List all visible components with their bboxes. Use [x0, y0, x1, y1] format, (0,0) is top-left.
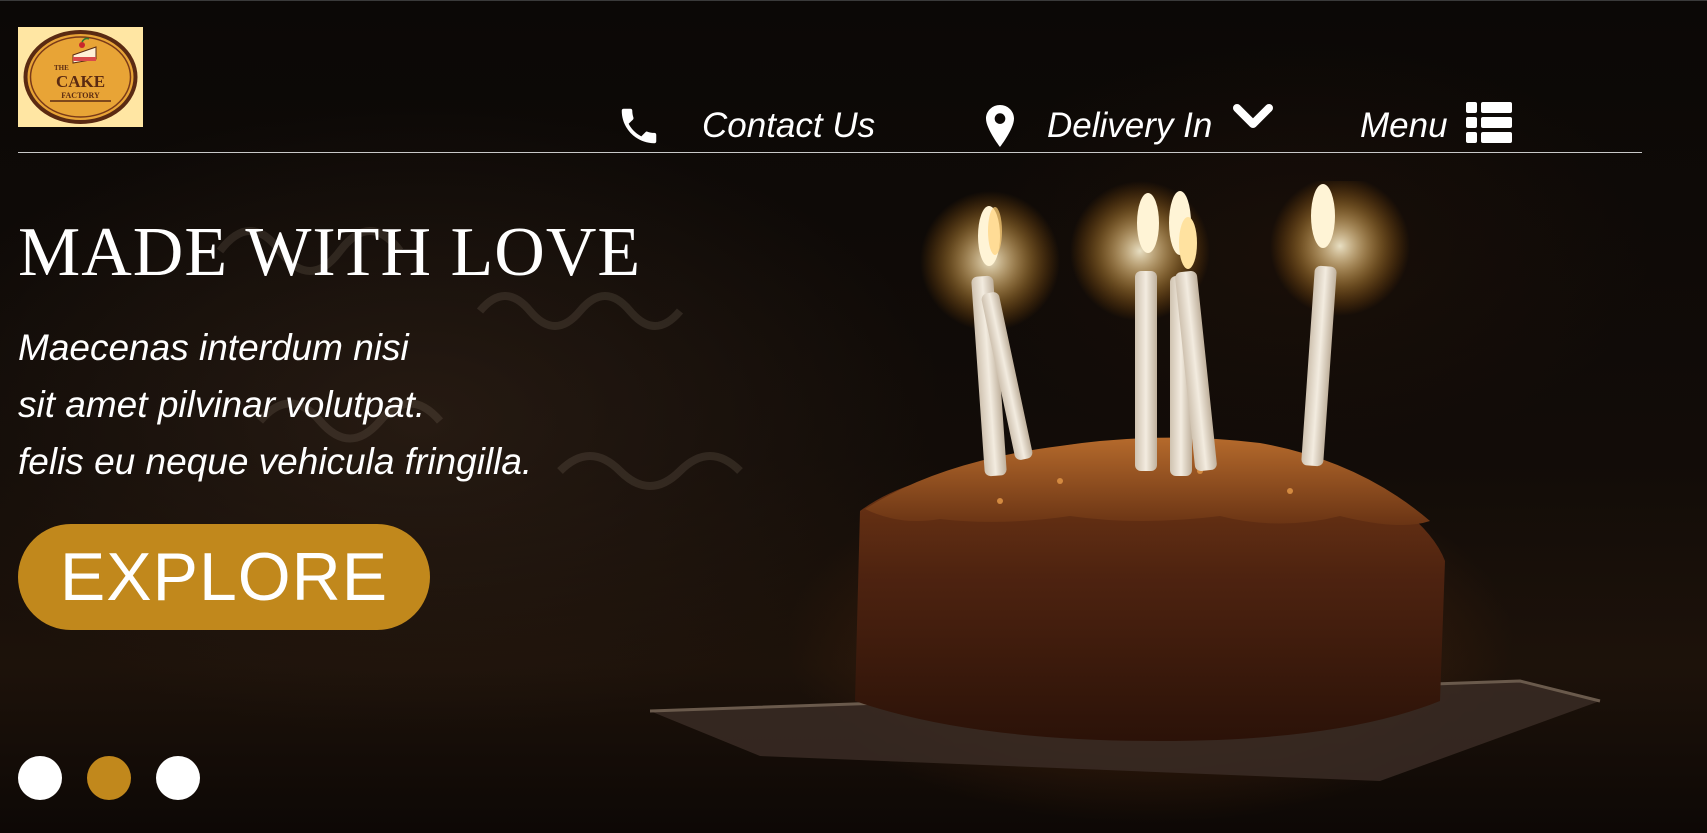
phone-icon — [621, 108, 657, 144]
menu-button[interactable]: Menu — [1360, 96, 1512, 156]
hero-subtext-line: sit amet pilvinar volutpat. — [18, 384, 426, 425]
svg-text:THE: THE — [54, 64, 69, 72]
menu-label: Menu — [1360, 106, 1448, 145]
hero-headline: MADE WITH LOVE — [18, 214, 642, 291]
carousel-dot-1[interactable] — [18, 756, 62, 800]
carousel-dot-2-active[interactable] — [87, 756, 131, 800]
logo-emblem: THE CAKE FACTORY — [23, 30, 138, 124]
svg-text:FACTORY: FACTORY — [61, 91, 100, 100]
hero-banner: THE CAKE FACTORY Contact Us Delivery In … — [0, 0, 1707, 833]
hero-subtext: Maecenas interdum nisi sit amet pilvinar… — [18, 319, 532, 490]
cake-image — [649, 181, 1601, 781]
carousel-indicators — [18, 756, 200, 800]
list-icon — [1465, 102, 1512, 143]
carousel-dot-3[interactable] — [156, 756, 200, 800]
cake-factory-logo[interactable]: THE CAKE FACTORY — [18, 27, 143, 127]
explore-button[interactable]: EXPLORE — [18, 524, 430, 630]
delivery-in-label: Delivery In — [1047, 106, 1213, 145]
contact-us-label: Contact Us — [702, 106, 876, 145]
delivery-in-dropdown[interactable]: Delivery In — [983, 96, 1274, 156]
hero-subtext-line: Maecenas interdum nisi — [18, 327, 409, 368]
chevron-down-icon — [1233, 104, 1274, 128]
location-pin-icon — [986, 105, 1014, 147]
svg-text:CAKE: CAKE — [56, 72, 105, 91]
hero-subtext-line: felis eu neque vehicula fringilla. — [18, 441, 533, 482]
contact-us-link[interactable]: Contact Us — [616, 96, 875, 156]
header-divider — [18, 152, 1642, 153]
